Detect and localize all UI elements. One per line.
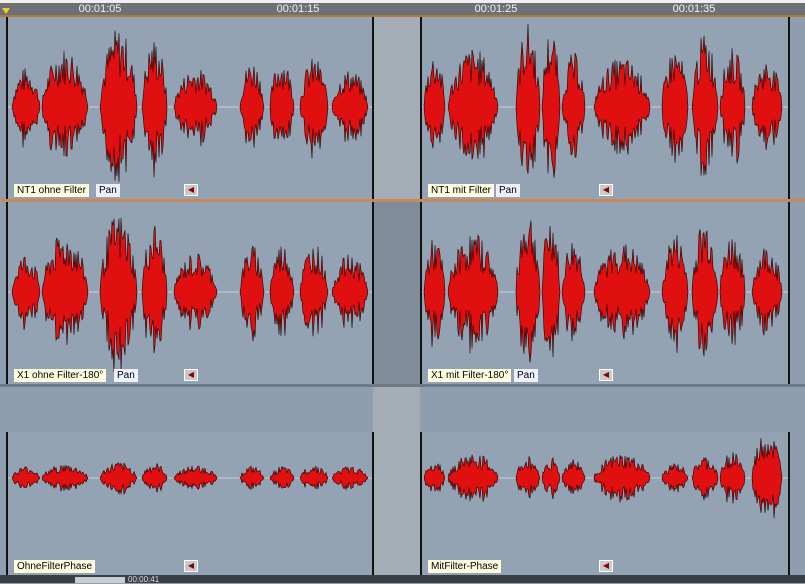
waveform-segment (561, 459, 586, 494)
waveform-segment (173, 465, 218, 490)
waveform-segment (269, 465, 295, 489)
waveform-segment (719, 452, 746, 504)
ruler-time-label: 00:01:35 (672, 3, 716, 15)
waveform-segment (541, 456, 561, 500)
track-1[interactable]: NT1 ohne Filter Pan ◀ NT1 mit Filter Pan… (0, 17, 805, 199)
clip-name: X1 ohne Filter-180° (14, 369, 107, 382)
waveform-segment (239, 66, 265, 148)
waveform-segment (141, 225, 168, 354)
mute-speaker-icon[interactable]: ◀ (184, 369, 198, 381)
waveform-segment (751, 248, 783, 336)
playhead-marker-icon[interactable] (2, 8, 10, 14)
waveform-segment (11, 68, 41, 148)
waveform-segment (299, 58, 329, 159)
waveform-segment (141, 42, 168, 178)
mute-speaker-icon[interactable]: ◀ (184, 184, 198, 196)
audio-clip[interactable]: MitFilter-Phase ◀ (420, 432, 790, 575)
waveform-segment (99, 217, 138, 372)
waveform-segment (447, 454, 499, 502)
waveform-segment (593, 244, 651, 340)
clip-name: OhneFilterPhase (14, 560, 96, 573)
waveform-segment (173, 69, 218, 147)
waveform-segment (661, 55, 689, 163)
waveform-segment (99, 462, 138, 495)
waveform-segment (423, 61, 446, 149)
audio-clip[interactable]: OhneFilterPhase ◀ (6, 432, 374, 575)
waveform-segment (719, 239, 746, 346)
clip-name: X1 mit Filter-180° (428, 369, 512, 382)
waveform-segment (41, 465, 89, 492)
audio-clip[interactable]: NT1 mit Filter Pan ◀ (420, 17, 790, 199)
waveform-segment (691, 35, 719, 176)
mute-speaker-icon[interactable]: ◀ (184, 560, 198, 572)
audio-clip[interactable]: X1 mit Filter-180° Pan ◀ (420, 202, 790, 384)
ruler-time-label: 00:01:05 (78, 3, 122, 15)
waveform-segment (423, 463, 446, 492)
waveform-segment (691, 229, 719, 357)
waveform-segment (299, 246, 329, 337)
waveform-segment (561, 243, 586, 342)
ruler-time-label: 00:01:15 (276, 3, 320, 15)
waveform (422, 438, 788, 519)
waveform-segment (691, 456, 719, 501)
waveform-segment (331, 254, 369, 329)
clip-gap (373, 17, 420, 199)
waveform-segment (423, 239, 446, 348)
waveform-segment (593, 455, 651, 503)
waveform (8, 217, 372, 372)
waveform-segment (141, 462, 168, 493)
waveform-segment (661, 235, 689, 353)
mute-speaker-icon[interactable]: ◀ (599, 369, 613, 381)
clip-name: NT1 ohne Filter (14, 184, 89, 197)
waveform-segment (751, 64, 783, 151)
waveform-segment (99, 30, 138, 183)
waveform-segment (269, 246, 295, 337)
waveform-segment (331, 71, 369, 142)
waveform-segment (41, 51, 89, 157)
horizontal-scrollbar[interactable] (75, 577, 125, 583)
waveform-segment (561, 52, 586, 158)
waveform (8, 30, 372, 183)
pan-button[interactable]: Pan (496, 184, 520, 197)
waveform-segment (541, 225, 561, 358)
waveform-segment (269, 70, 295, 140)
timeline-ruler[interactable]: 00:01:05 00:01:15 00:01:25 00:01:35 (0, 0, 805, 17)
waveform-segment (11, 256, 41, 331)
waveform-segment (239, 245, 265, 342)
waveform-segment (173, 253, 218, 331)
waveform-segment (661, 463, 689, 493)
audio-clip[interactable]: X1 ohne Filter-180° Pan ◀ (6, 202, 374, 384)
waveform-segment (447, 49, 499, 160)
track-3[interactable]: OhneFilterPhase ◀ MitFilter-Phase ◀ (0, 387, 805, 575)
waveform-segment (11, 466, 41, 489)
waveform (8, 462, 372, 495)
waveform-segment (515, 23, 541, 174)
waveform-segment (41, 237, 89, 346)
waveform (422, 23, 788, 178)
waveform-segment (299, 465, 329, 490)
waveform-segment (515, 455, 541, 499)
pan-button[interactable]: Pan (96, 184, 120, 197)
waveform (422, 220, 788, 363)
waveform-segment (239, 465, 265, 491)
track-2[interactable]: X1 ohne Filter-180° Pan ◀ X1 mit Filter-… (0, 202, 805, 384)
mute-speaker-icon[interactable]: ◀ (599, 560, 613, 572)
clip-gap (373, 202, 420, 384)
waveform-segment (541, 39, 561, 178)
clip-name: NT1 mit Filter (428, 184, 494, 197)
audio-clip[interactable]: NT1 ohne Filter Pan ◀ (6, 17, 374, 199)
waveform-segment (331, 466, 369, 491)
waveform-segment (447, 234, 499, 354)
waveform-segment (593, 59, 651, 155)
pan-button[interactable]: Pan (514, 369, 538, 382)
clip-gap (373, 387, 420, 575)
ruler-time-label: 00:01:25 (474, 3, 518, 15)
waveform-segment (719, 48, 746, 164)
mute-speaker-icon[interactable]: ◀ (599, 184, 613, 196)
pan-button[interactable]: Pan (114, 369, 138, 382)
waveform-segment (751, 438, 783, 519)
clip-name: MitFilter-Phase (428, 560, 502, 573)
waveform-segment (515, 220, 541, 363)
